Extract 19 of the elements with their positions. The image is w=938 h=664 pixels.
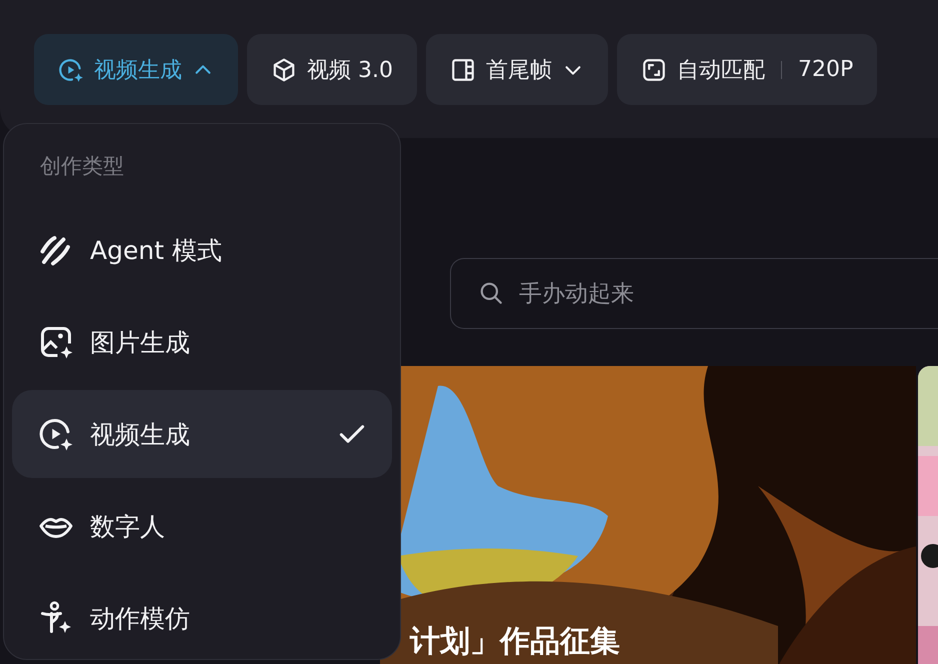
film-frame-icon [450,56,476,82]
menu-item[interactable]: Agent 模式 [12,206,392,294]
toolbar-button[interactable]: 自动匹配 720P [616,34,878,105]
play-sparkle-icon [38,416,74,452]
search-field[interactable]: 手办动起来 [450,258,938,329]
toolbar-button[interactable]: 视频 3.0 [247,34,417,105]
toolbar-button[interactable]: 视频生成 [34,34,238,105]
play-sparkle-icon [58,56,84,82]
menu-item[interactable]: 动作模仿 [12,574,392,662]
frame-corners-icon [640,56,667,82]
menu-heading: 创作类型 [39,153,125,180]
image-sparkle-icon [38,324,74,360]
menu-item[interactable]: 图片生成 [12,298,392,386]
card-caption: 计划」作品征集 [410,623,620,661]
menu-item[interactable]: 视频生成 [12,390,392,478]
search-icon [478,280,504,306]
cube-icon [271,56,297,82]
menu-item[interactable]: 数字人 [12,482,392,570]
toolbar-button[interactable]: 首尾帧 [426,34,608,105]
